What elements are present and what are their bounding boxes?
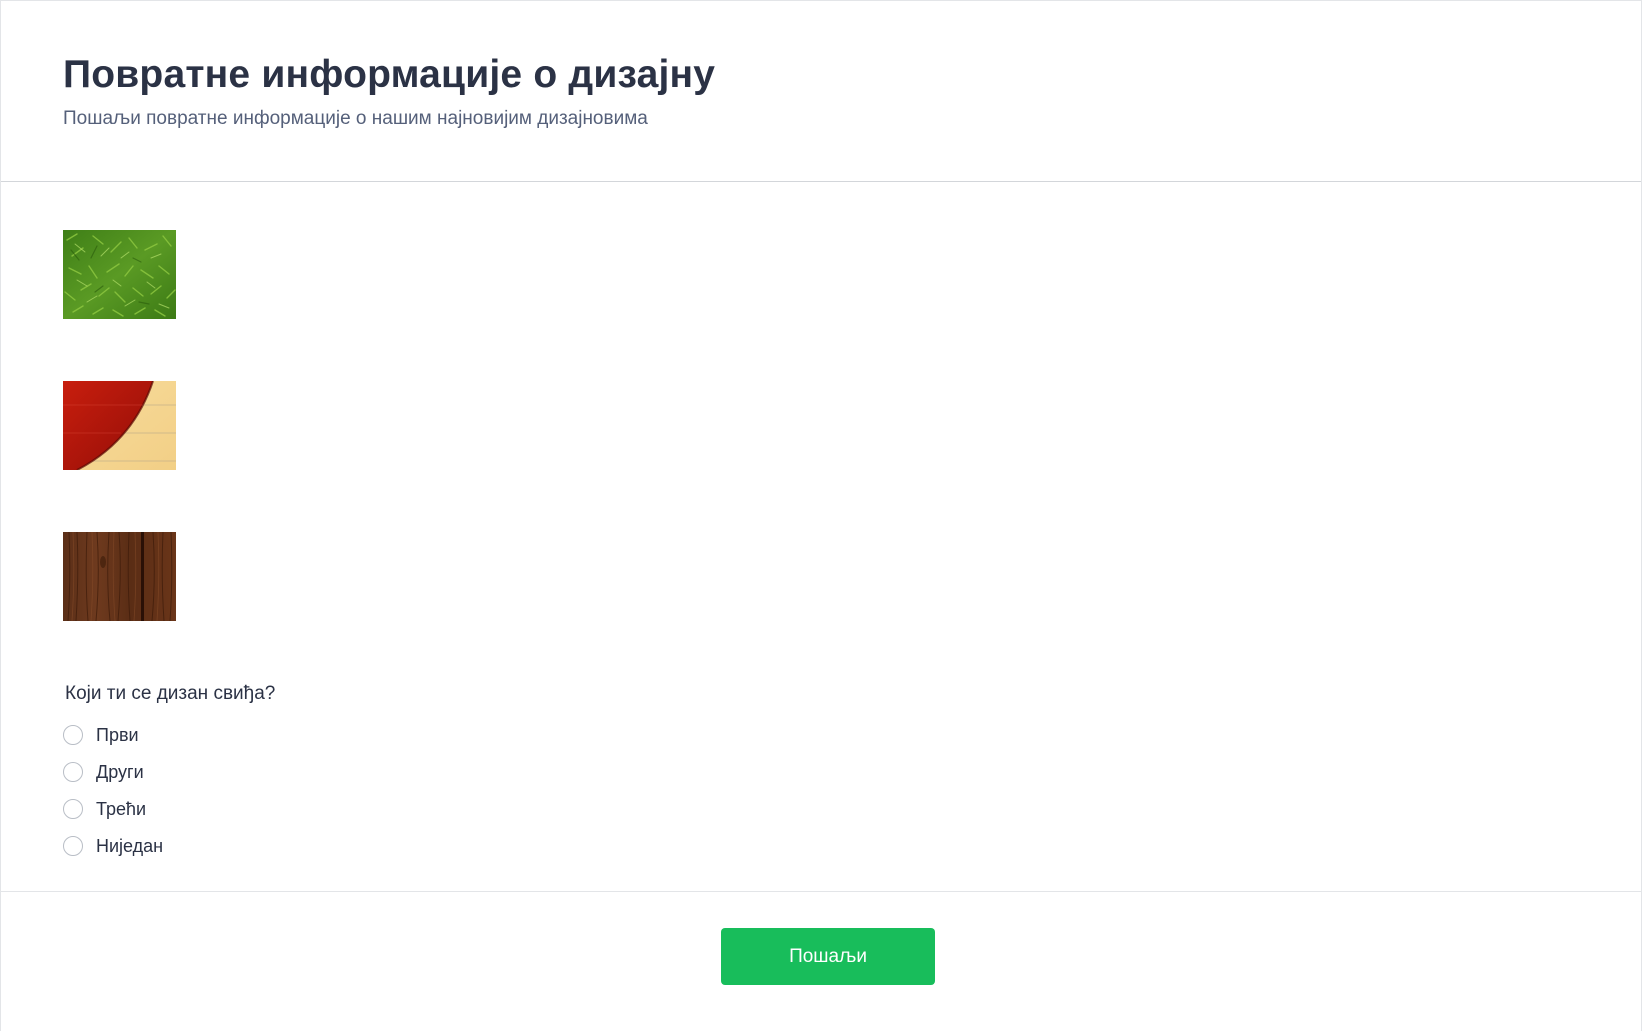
radio-option-none[interactable]: Ниједан — [63, 833, 163, 859]
radio-option-first[interactable]: Први — [63, 722, 139, 748]
radio-button[interactable] — [63, 762, 83, 782]
radio-option-label: Други — [96, 762, 144, 782]
radio-option-second[interactable]: Други — [63, 759, 144, 785]
radio-option-label: Ниједан — [96, 836, 164, 856]
form-page: Повратне информације о дизајну Пошаљи по… — [0, 0, 1642, 1031]
radio-option-third[interactable]: Трећи — [63, 796, 146, 822]
radio-button[interactable] — [63, 836, 83, 856]
radio-option-label: Трећи — [96, 799, 147, 819]
question-label: Који ти се дизан свиђа? — [65, 683, 276, 704]
submit-button[interactable]: Пошаљи — [721, 928, 935, 985]
radio-option-label: Први — [96, 725, 139, 745]
page-subtitle: Пошаљи повратне информације о нашим најн… — [63, 108, 648, 129]
form-footer-divider — [1, 891, 1641, 892]
page-title: Повратне информације о дизајну — [63, 53, 716, 96]
design-image-wood — [63, 532, 176, 621]
design-image-grass — [63, 230, 176, 319]
radio-button[interactable] — [63, 799, 83, 819]
design-image-notebook — [63, 381, 176, 470]
radio-button[interactable] — [63, 725, 83, 745]
form-header: Повратне информације о дизајну Пошаљи по… — [1, 1, 1641, 182]
